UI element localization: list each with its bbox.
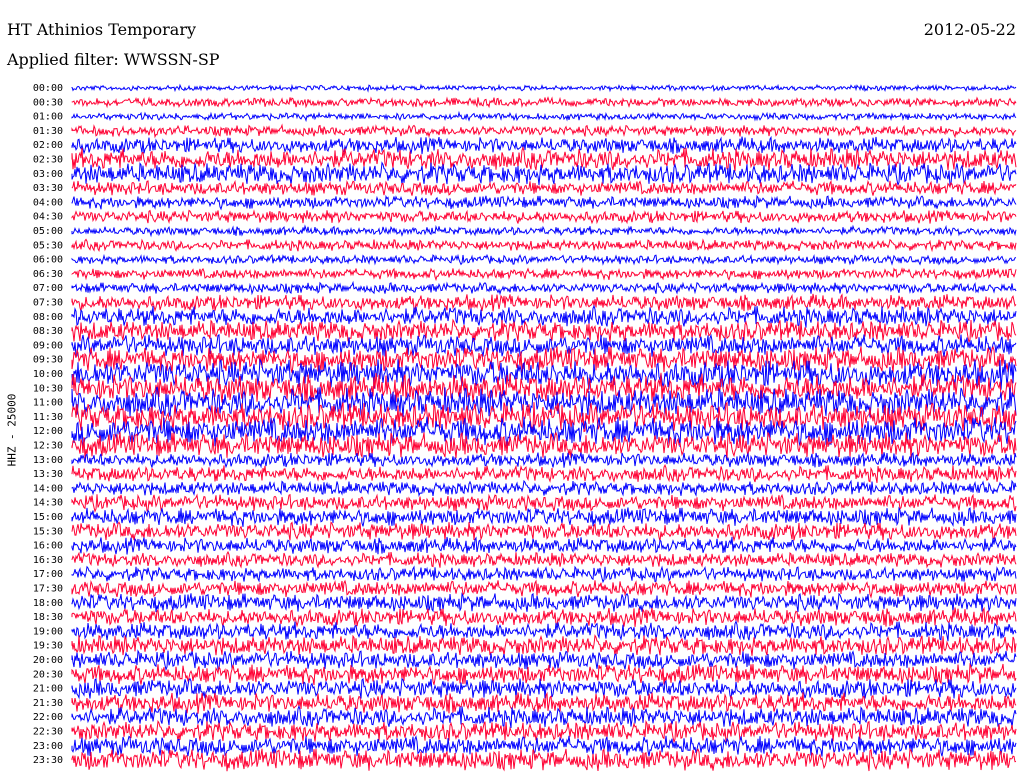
time-tick-label: 02:30 (33, 155, 63, 166)
time-tick-label: 18:00 (33, 598, 63, 609)
time-tick-label: 11:30 (33, 412, 63, 423)
trace-row (71, 649, 1017, 672)
trace-row (71, 161, 1017, 186)
trace-row (71, 194, 1017, 211)
trace-row (71, 521, 1017, 542)
trace-row (71, 506, 1017, 527)
time-tick-label: 22:00 (33, 712, 63, 723)
trace-row (71, 333, 1017, 357)
time-tick-label: 17:00 (33, 569, 63, 580)
trace-row (71, 719, 1017, 744)
trace-row (71, 209, 1017, 225)
trace-row (71, 592, 1017, 613)
trace-row (71, 266, 1017, 282)
trace-row (71, 463, 1017, 483)
trace-row (71, 280, 1017, 296)
time-tick-label: 08:00 (33, 312, 63, 323)
trace-row (71, 293, 1017, 313)
time-tick-label: 13:00 (33, 455, 63, 466)
time-tick-label: 14:00 (33, 483, 63, 494)
time-tick-label: 14:30 (33, 498, 63, 509)
time-tick-label: 18:30 (33, 612, 63, 623)
time-tick-label: 15:30 (33, 526, 63, 537)
time-tick-label: 01:30 (33, 126, 63, 137)
time-tick-label: 20:00 (33, 655, 63, 666)
helicorder-plot: 00:00 00:30 01:00 01:30 02:00 02:30 03:00 03:30… (33, 83, 1017, 772)
trace-row (71, 96, 1017, 109)
time-tick-label: 19:00 (33, 626, 63, 637)
time-tick-label: 13:30 (33, 469, 63, 480)
time-tick-label: 19:30 (33, 641, 63, 652)
trace-row (71, 565, 1017, 584)
time-tick-label: 09:00 (33, 340, 63, 351)
trace-row (71, 179, 1017, 196)
time-tick-label: 17:30 (33, 584, 63, 595)
time-tick-label: 06:00 (33, 255, 63, 266)
trace-row (71, 238, 1017, 253)
time-tick-label: 16:00 (33, 541, 63, 552)
trace-row (71, 123, 1017, 139)
trace-row (71, 550, 1017, 569)
time-tick-label: 12:00 (33, 426, 63, 437)
time-tick-label: 23:30 (33, 755, 63, 766)
trace-row (71, 135, 1017, 155)
time-tick-label: 16:30 (33, 555, 63, 566)
time-tick-label: 05:30 (33, 240, 63, 251)
trace-row (71, 83, 1017, 93)
trace-row (71, 479, 1017, 497)
trace-row (71, 704, 1017, 729)
trace-row (71, 110, 1017, 123)
trace-row (71, 579, 1017, 599)
time-tick-label: 22:30 (33, 727, 63, 738)
time-tick-label: 03:30 (33, 183, 63, 194)
time-tick-label: 05:00 (33, 226, 63, 237)
time-tick-label: 21:00 (33, 684, 63, 695)
time-tick-label: 04:30 (33, 212, 63, 223)
time-tick-label: 00:30 (33, 97, 63, 108)
trace-row (71, 224, 1017, 238)
trace-row (71, 662, 1017, 686)
trace-row (71, 493, 1017, 513)
time-tick-label: 04:00 (33, 197, 63, 208)
time-tick-labels: 00:00 00:30 01:00 01:30 02:00 02:30 03:00 03:30… (33, 83, 63, 766)
trace-row (71, 620, 1017, 642)
trace-row (71, 253, 1017, 266)
time-tick-label: 01:00 (33, 112, 63, 123)
time-tick-label: 06:30 (33, 269, 63, 280)
time-tick-label: 21:30 (33, 698, 63, 709)
time-tick-label: 08:30 (33, 326, 63, 337)
time-tick-label: 20:30 (33, 669, 63, 680)
time-tick-label: 02:00 (33, 140, 63, 151)
trace-row (71, 536, 1017, 555)
trace-row (71, 318, 1017, 343)
time-tick-label: 11:00 (33, 398, 63, 409)
time-tick-label: 07:00 (33, 283, 63, 294)
trace-row (71, 634, 1017, 656)
seismic-traces (71, 83, 1017, 772)
trace-row (71, 606, 1017, 628)
time-tick-label: 23:00 (33, 741, 63, 752)
trace-row (71, 431, 1017, 459)
time-tick-label: 07:30 (33, 298, 63, 309)
time-tick-label: 09:30 (33, 355, 63, 366)
time-tick-label: 15:00 (33, 512, 63, 523)
time-tick-label: 03:00 (33, 169, 63, 180)
trace-row (71, 451, 1017, 469)
time-tick-label: 10:00 (33, 369, 63, 380)
time-tick-label: 12:30 (33, 441, 63, 452)
time-tick-label: 10:30 (33, 383, 63, 394)
time-tick-label: 00:00 (33, 83, 63, 94)
